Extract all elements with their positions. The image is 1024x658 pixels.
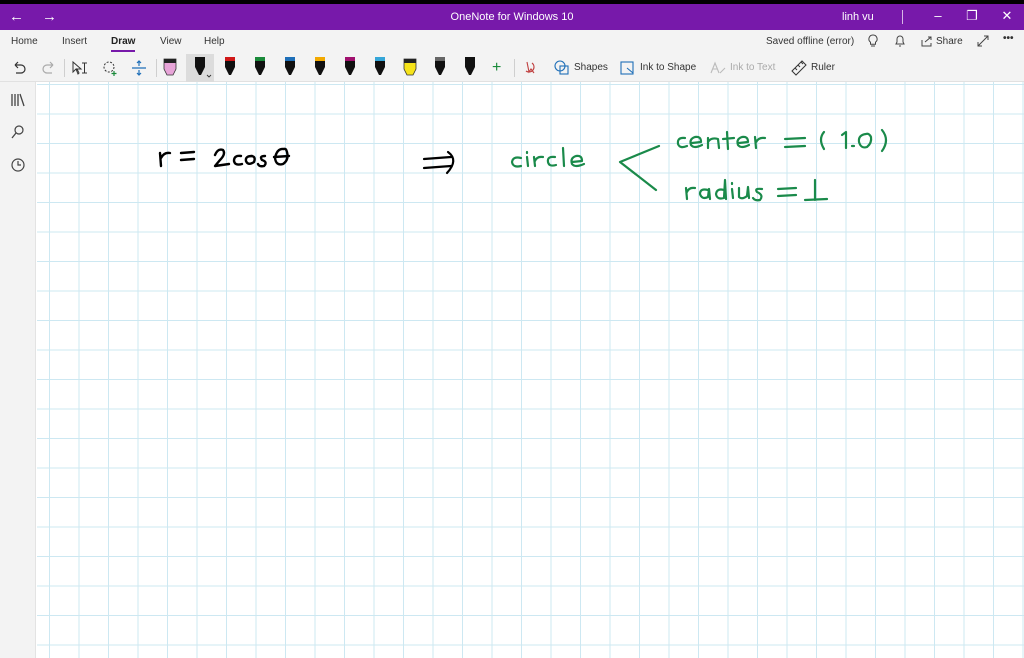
ink-to-text-button: Ink to Text [730,62,776,73]
lightbulb-icon[interactable] [867,34,879,48]
tab-help[interactable]: Help [204,36,225,47]
shapes-icon[interactable] [553,59,571,77]
note-canvas[interactable] [37,82,1024,658]
pen-9-icon[interactable] [403,58,417,76]
pen-4-icon[interactable] [255,57,265,75]
ruler-icon[interactable] [790,59,808,77]
tab-home[interactable]: Home [11,36,38,47]
ribbon-tabs: Home Insert Draw View Help Saved offline… [0,30,1024,54]
notebooks-icon[interactable] [10,92,26,108]
tab-insert[interactable]: Insert [62,36,87,47]
titlebar-divider [902,10,903,24]
minimize-button[interactable]: – [928,8,948,23]
sync-status[interactable]: Saved offline (error) [766,36,854,47]
tab-draw[interactable]: Draw [111,36,135,47]
search-icon[interactable] [10,124,26,140]
restore-button[interactable]: ❐ [962,8,982,24]
ink-to-text-icon [710,61,726,74]
shapes-button[interactable]: Shapes [574,62,608,73]
user-name[interactable]: linh vu [842,11,874,23]
pen-2-icon[interactable] [195,57,212,78]
recent-notes-icon[interactable] [10,157,26,173]
handwritten-ink [158,128,888,202]
radius-ink [684,178,829,202]
ink-to-shape-icon[interactable] [619,59,637,77]
center-ink [676,128,888,153]
pen-3-icon[interactable] [225,57,235,75]
draw-toolbar: + Shapes Ink to Shape Ink to Text Ruler [0,54,1024,82]
circle-ink [510,144,661,192]
pen-10-icon[interactable] [435,57,445,75]
pen-7-icon[interactable] [345,57,355,75]
pen-1-icon[interactable] [163,58,177,76]
title-bar: ← → OneNote for Windows 10 linh vu – ❐ ✕ [0,4,1024,30]
pen-11-icon[interactable] [465,57,475,75]
close-button[interactable]: ✕ [997,8,1017,24]
tab-view[interactable]: View [160,36,182,47]
share-button[interactable]: Share [936,36,963,47]
left-sidebar [0,82,36,658]
active-tab-indicator [111,50,135,52]
ink-replay-icon[interactable] [522,59,540,77]
pen-5-icon[interactable] [285,57,295,75]
add-pen-button[interactable]: + [492,59,501,77]
ruler-button[interactable]: Ruler [811,62,835,73]
pen-8-icon[interactable] [375,57,385,75]
share-icon[interactable] [921,35,933,47]
ink-to-shape-button[interactable]: Ink to Shape [640,62,696,73]
fullscreen-icon[interactable] [977,35,989,47]
more-options-button[interactable]: ••• [1003,33,1014,44]
pen-palette [163,57,475,78]
arrow-ink [422,150,455,175]
bell-icon[interactable] [894,34,906,48]
pen-6-icon[interactable] [315,57,325,75]
toolbar-divider [514,59,515,77]
equation-ink [158,147,291,168]
